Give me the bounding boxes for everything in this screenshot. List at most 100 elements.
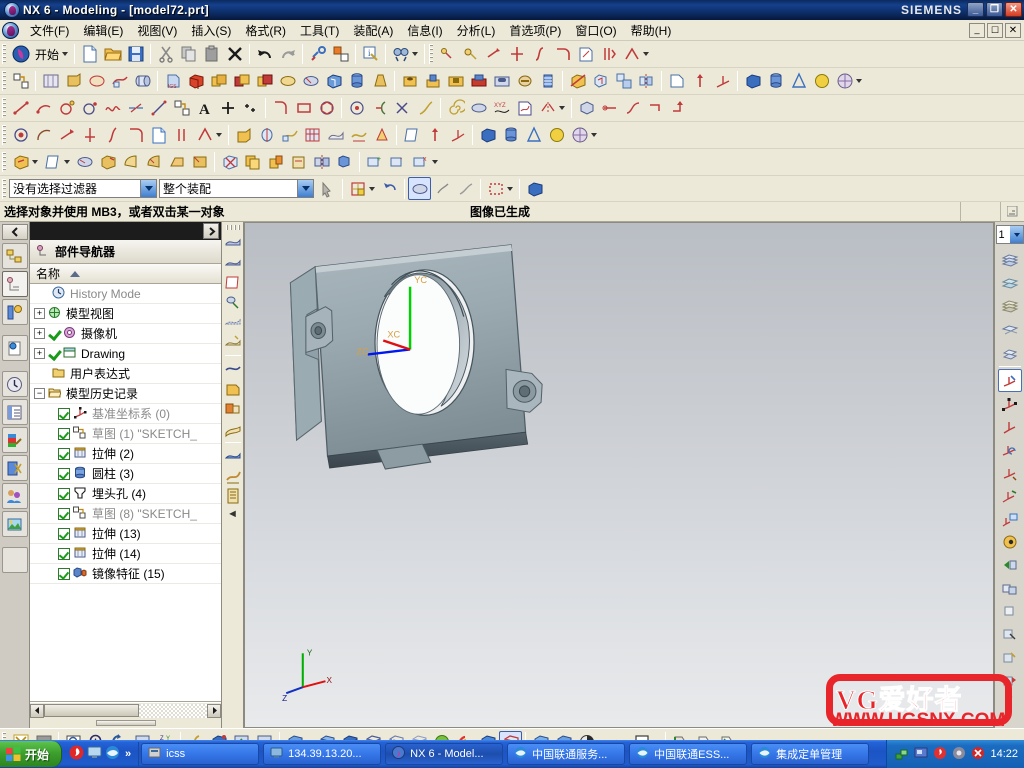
copy-to-layer-icon[interactable] [998, 341, 1022, 364]
tube-icon[interactable] [131, 70, 154, 93]
studio-surface-icon[interactable] [347, 124, 370, 147]
tree-node-user-expressions[interactable]: 用户表达式 [30, 364, 221, 384]
join-curve-icon[interactable] [667, 97, 690, 120]
delete-face-icon[interactable] [218, 151, 241, 174]
redo-icon[interactable] [276, 43, 299, 66]
datum-csys2-icon[interactable] [446, 124, 469, 147]
trim-curve-icon[interactable] [391, 97, 414, 120]
menu-file[interactable]: 文件(F) [23, 20, 76, 41]
layer-settings-icon[interactable] [998, 249, 1022, 272]
system-visual-tab[interactable] [1, 483, 28, 509]
rectangle-select-caret-icon[interactable] [507, 186, 513, 191]
menu-analysis[interactable]: 分析(L) [450, 20, 503, 41]
layer-category-icon[interactable] [998, 295, 1022, 318]
feature-checkbox[interactable] [58, 487, 70, 500]
part-navigator-tab[interactable] [1, 271, 28, 297]
nx-start-icon[interactable] [9, 43, 32, 66]
toolbar-grip[interactable] [2, 44, 6, 64]
copy-icon[interactable] [177, 43, 200, 66]
task-button-remote[interactable]: 134.39.13.20... [263, 743, 382, 765]
sheet-body2-icon[interactable] [223, 252, 243, 272]
undo-icon[interactable] [253, 43, 276, 66]
offset-region-icon[interactable] [73, 151, 96, 174]
block-icon[interactable] [184, 70, 207, 93]
sheet-body-icon[interactable] [223, 232, 243, 252]
blend-icon[interactable] [276, 70, 299, 93]
selection-scope-dropdown-arrow-icon[interactable] [297, 180, 313, 197]
window-arrange-icon[interactable] [329, 43, 352, 66]
sphere-prim-icon[interactable] [545, 124, 568, 147]
scroll-right-button[interactable] [207, 703, 221, 718]
snap-point-caret-icon[interactable] [369, 186, 375, 191]
extrude-icon[interactable] [62, 70, 85, 93]
flame-icon[interactable] [69, 745, 84, 763]
new-icon[interactable] [78, 43, 101, 66]
swept-icon[interactable] [223, 399, 243, 419]
find-icon[interactable] [389, 43, 412, 66]
delete-icon[interactable] [223, 43, 246, 66]
edit-object-display-icon[interactable] [998, 645, 1022, 668]
law-curve-icon[interactable] [147, 97, 170, 120]
extend-sheet-icon[interactable] [223, 292, 243, 312]
history-tab[interactable] [1, 371, 28, 397]
feature-checkbox[interactable] [58, 547, 70, 560]
sew-icon[interactable] [223, 312, 243, 332]
perpendicular-icon[interactable] [124, 124, 147, 147]
menu-edit[interactable]: 编辑(E) [76, 20, 130, 41]
synch-toolbar-grip[interactable] [2, 152, 6, 172]
menu-format[interactable]: 格式(R) [238, 20, 293, 41]
menu-view[interactable]: 视图(V) [130, 20, 184, 41]
monitor-icon[interactable] [87, 745, 102, 763]
sketch-dim-icon[interactable] [459, 43, 482, 66]
coincident-icon[interactable] [55, 124, 78, 147]
cone-prim-icon[interactable] [522, 124, 545, 147]
menu-insert[interactable]: 插入(S) [184, 20, 238, 41]
reverse-blank-icon[interactable] [998, 668, 1022, 691]
wcs-display-icon[interactable] [998, 507, 1022, 530]
feature-checkbox[interactable] [58, 527, 70, 540]
system-scenes-tab[interactable] [1, 455, 28, 481]
constraint-overflow-caret-icon[interactable] [216, 133, 222, 137]
spiral-icon[interactable] [444, 97, 467, 120]
circle-constraint-icon[interactable] [9, 124, 32, 147]
tree-node-mirror-feature-15[interactable]: 镜像特征 (15) [30, 564, 221, 584]
task-button-order-mgmt[interactable]: 集成定单管理 [751, 743, 870, 765]
show-all-icon[interactable] [998, 599, 1022, 622]
add-angular-dim-icon[interactable]: - [386, 151, 409, 174]
scroll-track[interactable] [139, 703, 207, 718]
mini-toolbar-overflow[interactable]: ◄ [225, 508, 240, 520]
instance-geom-icon[interactable] [568, 124, 591, 147]
n-sided-surface-icon[interactable] [370, 124, 393, 147]
studio-surface-icon[interactable] [223, 446, 243, 466]
fillet-tool-icon[interactable] [551, 43, 574, 66]
menu-information[interactable]: 信息(I) [400, 20, 449, 41]
tree-node-camera[interactable]: + 摄像机 [30, 324, 221, 344]
trim-icon[interactable] [566, 70, 589, 93]
replace-face-icon[interactable] [96, 151, 119, 174]
selection-filter-combo[interactable]: 没有选择过滤器 [9, 179, 157, 198]
pull-face-caret-icon[interactable] [64, 160, 70, 164]
sort-ascending-icon[interactable] [70, 270, 81, 277]
cut-face-icon[interactable] [264, 151, 287, 174]
pattern-face-icon[interactable] [333, 151, 356, 174]
selection-scope-combo[interactable]: 整个装配 [159, 179, 314, 198]
sketch-curve-icon[interactable] [170, 97, 193, 120]
block-prim2-icon[interactable] [476, 124, 499, 147]
sweep-icon[interactable] [108, 70, 131, 93]
layer-combo[interactable]: 1 [995, 225, 1024, 244]
assembly-navigator-tab[interactable] [1, 243, 28, 269]
datum-csys-icon[interactable] [665, 70, 688, 93]
through-curves-icon[interactable] [223, 359, 243, 379]
menu-preferences[interactable]: 首选项(P) [502, 20, 568, 41]
find-dropdown-caret-icon[interactable] [412, 52, 419, 56]
curve-select-icon[interactable] [454, 177, 477, 200]
law-extension-icon[interactable] [223, 486, 243, 506]
resize-chamfer-icon[interactable] [188, 151, 211, 174]
copy-face-icon[interactable] [241, 151, 264, 174]
doc-minimize-button[interactable]: _ [969, 22, 985, 38]
spline-icon[interactable] [101, 97, 124, 120]
reorder-blend-icon[interactable] [142, 151, 165, 174]
sketch-constraint-icon[interactable] [436, 43, 459, 66]
divide-curve-icon[interactable] [414, 97, 437, 120]
update-model-icon[interactable] [505, 43, 528, 66]
